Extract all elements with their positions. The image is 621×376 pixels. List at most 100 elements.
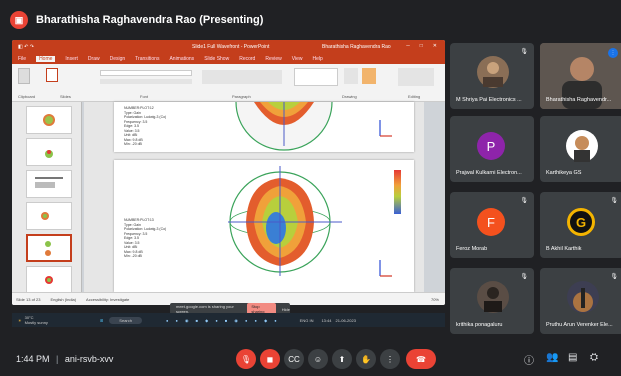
slide-plot-info: NUMBER:PLOT:13 Type: Gain Polarization: …: [124, 218, 167, 258]
chat-icon[interactable]: ▤: [568, 352, 577, 363]
close-icon[interactable]: ✕: [433, 43, 437, 49]
tab-review[interactable]: Review: [265, 56, 281, 62]
participant-name: Feroz Morab: [456, 246, 488, 252]
slide-thumbnail[interactable]: [26, 170, 72, 198]
status-accessibility[interactable]: Accessibility: Investigate: [86, 297, 129, 302]
tab-file[interactable]: File: [18, 56, 26, 62]
windows-taskbar: ☀ 30°C Mostly sunny ⊞ Search ● ● ◉ ■ ◆ ●…: [12, 313, 445, 327]
paragraph-controls[interactable]: [202, 70, 282, 84]
avatar: [477, 281, 509, 313]
tab-insert[interactable]: Insert: [65, 56, 78, 62]
participant-name: Karthikeya GS: [546, 170, 582, 176]
taskbar-apps[interactable]: ● ● ◉ ■ ◆ ● ■ ◉ ● ● ◆ ●: [166, 318, 280, 323]
taskbar-language[interactable]: ENG IN: [300, 318, 314, 323]
shared-screen: ◧ ↶ ↷ Slide1 Full Wavefront - PowerPoint…: [12, 40, 445, 305]
present-icon[interactable]: ⬆: [332, 349, 352, 369]
maximize-icon[interactable]: □: [420, 43, 423, 49]
tab-animations[interactable]: Animations: [169, 56, 194, 62]
group-clipboard: Clipboard: [18, 94, 36, 99]
hide-button[interactable]: Hide: [282, 307, 290, 312]
participant-tile[interactable]: Karthikeya GS: [540, 116, 621, 182]
avatar: [566, 130, 598, 162]
end-call-icon[interactable]: ☎: [406, 349, 436, 369]
participant-photo: [477, 56, 509, 88]
slide-thumbnail-selected[interactable]: [26, 234, 72, 262]
shapes-gallery[interactable]: [294, 68, 338, 86]
participant-tile[interactable]: P Prajwal Kulkarni Electron...: [450, 116, 534, 182]
tab-view[interactable]: View: [292, 56, 303, 62]
speaking-indicator-icon: ⋮: [608, 48, 618, 58]
tab-draw[interactable]: Draw: [88, 56, 100, 62]
taskbar-clock[interactable]: 13:44: [321, 318, 331, 323]
raise-hand-icon[interactable]: ✋: [356, 349, 376, 369]
quick-access-toolbar[interactable]: ◧ ↶ ↷: [18, 44, 34, 50]
slide-lower[interactable]: NUMBER:PLOT:13 Type: Gain Polarization: …: [114, 160, 414, 292]
font-controls[interactable]: [100, 70, 192, 76]
captions-icon[interactable]: CC: [284, 349, 304, 369]
participant-name: Bharathisha Raghavendr...: [546, 97, 612, 103]
camera-off-icon[interactable]: ◼: [260, 349, 280, 369]
color-scale-legend: [394, 170, 401, 214]
meet-top-bar: ▣ Bharathisha Raghavendra Rao (Presentin…: [0, 0, 621, 40]
participant-name: B Akhil Karthik: [546, 246, 582, 252]
group-paragraph: Paragraph: [232, 94, 251, 99]
tab-design[interactable]: Design: [110, 56, 126, 62]
more-icon[interactable]: ⋮: [380, 349, 400, 369]
tab-home[interactable]: Home: [36, 56, 56, 62]
font-format-buttons[interactable]: [100, 79, 192, 84]
participant-tile[interactable]: 🎙 Pruthu Arun Verenker Ele...: [540, 268, 621, 334]
slide-thumbnails: [12, 102, 82, 294]
mic-off-icon[interactable]: 🎙: [236, 349, 256, 369]
paste-icon[interactable]: [18, 68, 30, 84]
tab-help[interactable]: Help: [312, 56, 322, 62]
minimize-icon[interactable]: ─: [406, 43, 410, 49]
ppt-doc-title: Slide1 Full Wavefront - PowerPoint: [192, 44, 270, 50]
participant-tile[interactable]: 🎙 M Shriya Pai Electronics ...: [450, 43, 534, 109]
info-icon[interactable]: ⓘ: [524, 352, 534, 367]
slide-thumbnail[interactable]: [26, 202, 72, 230]
people-icon[interactable]: 👥: [546, 352, 558, 363]
slide-thumbnail[interactable]: [26, 266, 72, 294]
activities-icon[interactable]: ⛭: [590, 352, 598, 363]
meeting-time: 1:44 PM: [16, 354, 50, 364]
tab-slide-show[interactable]: Slide Show: [204, 56, 229, 62]
windows-start-icon[interactable]: ⊞: [100, 318, 103, 323]
taskbar-search[interactable]: Search: [109, 316, 142, 324]
arrange-icon[interactable]: [344, 68, 358, 84]
axis-triad-icon: [379, 120, 392, 137]
ppt-user-name[interactable]: Bharathisha Raghavendra Rao: [322, 44, 391, 50]
slide-thumbnail[interactable]: [26, 106, 72, 134]
group-slides: Slides: [60, 94, 71, 99]
group-drawing: Drawing: [342, 94, 357, 99]
emoji-icon[interactable]: ☺: [308, 349, 328, 369]
ribbon-tabs: File Home Insert Draw Design Transitions…: [12, 54, 445, 64]
group-font: Font: [140, 94, 149, 99]
avatar: G: [567, 208, 595, 236]
ribbon: Clipboard Slides Font Paragraph Drawing …: [12, 64, 445, 102]
status-language[interactable]: English (India): [50, 297, 76, 302]
weather-icon[interactable]: ☀: [18, 318, 22, 323]
participant-tile-active[interactable]: ⋮ Bharathisha Raghavendr...: [540, 43, 621, 109]
new-slide-icon[interactable]: [46, 68, 58, 82]
participant-name: M Shriya Pai Electronics ...: [456, 97, 522, 103]
avatar: [567, 281, 599, 313]
editing-controls[interactable]: [398, 68, 434, 86]
participant-tile[interactable]: F 🎙 Feroz Morab: [450, 192, 534, 258]
zoom-level[interactable]: 70%: [431, 297, 439, 302]
meeting-code: ani-rsvb-xvv: [64, 354, 114, 364]
participant-tile[interactable]: G 🎙 B Akhil Karthik: [540, 192, 621, 258]
tab-record[interactable]: Record: [239, 56, 255, 62]
taskbar-date[interactable]: 21-06-2023: [335, 318, 355, 323]
participant-tile[interactable]: 🎙 krithika ponagaluru: [450, 268, 534, 334]
status-slide-count: Slide 13 of 23: [16, 296, 41, 302]
presenter-banner: Bharathisha Raghavendra Rao (Presenting): [36, 14, 264, 26]
slide-plot-info: NUMBER:PLOT:12 Type: Gain Polarization: …: [124, 106, 167, 146]
mic-off-icon: 🎙: [610, 274, 618, 280]
avatar: F: [477, 208, 505, 236]
ppt-title-bar: ◧ ↶ ↷ Slide1 Full Wavefront - PowerPoint…: [12, 40, 445, 54]
quick-styles-icon[interactable]: [362, 68, 376, 84]
tab-transitions[interactable]: Transitions: [135, 56, 159, 62]
slide-upper[interactable]: NUMBER:PLOT:12 Type: Gain Polarization: …: [114, 102, 414, 152]
participant-name: Prajwal Kulkarni Electron...: [456, 170, 522, 176]
slide-thumbnail[interactable]: [26, 138, 72, 166]
